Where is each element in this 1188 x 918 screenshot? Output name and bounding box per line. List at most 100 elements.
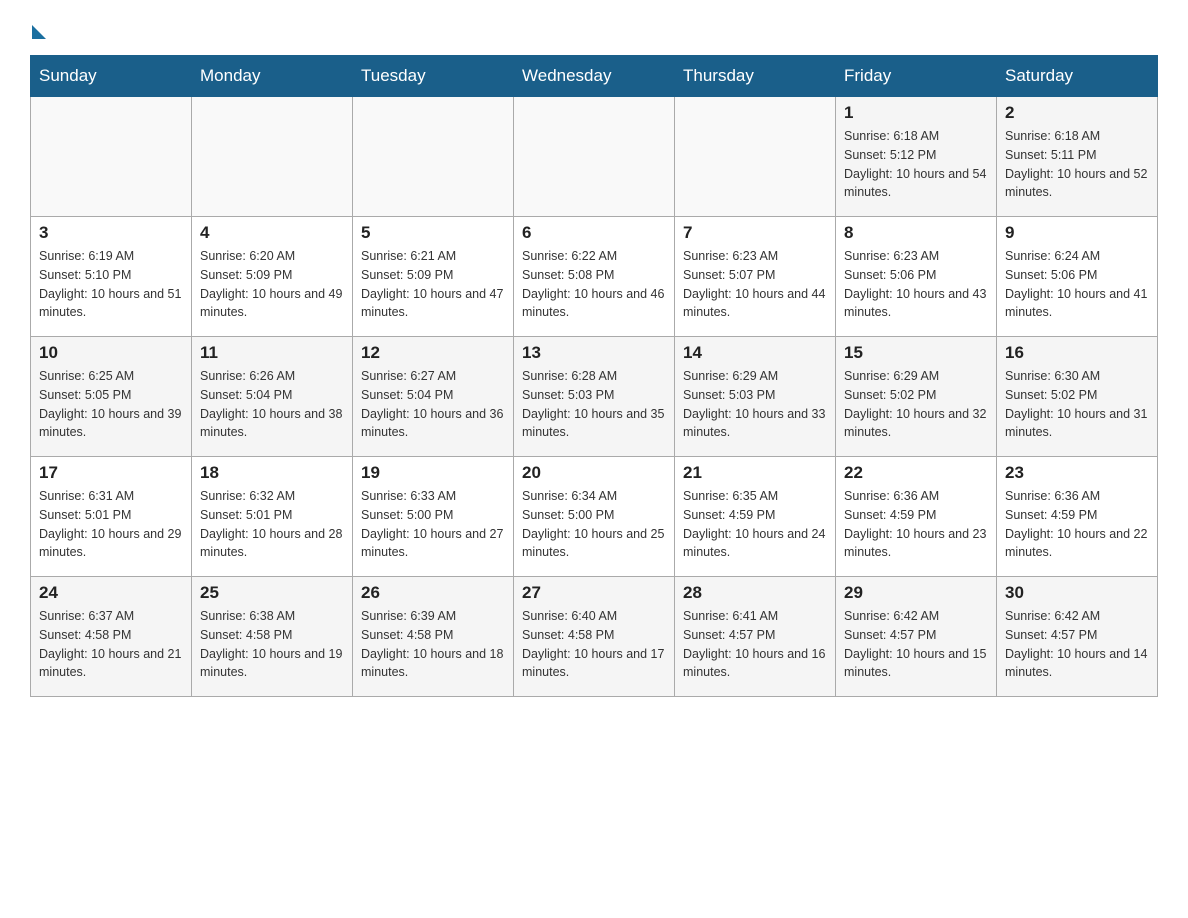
day-info: Sunrise: 6:23 AMSunset: 5:06 PMDaylight:… <box>844 247 988 322</box>
day-number: 2 <box>1005 103 1149 123</box>
day-number: 20 <box>522 463 666 483</box>
calendar-cell: 17 Sunrise: 6:31 AMSunset: 5:01 PMDayligh… <box>31 457 192 577</box>
calendar-cell: 1 Sunrise: 6:18 AMSunset: 5:12 PMDaylight… <box>836 97 997 217</box>
weekday-header-thursday: Thursday <box>675 56 836 97</box>
day-info: Sunrise: 6:34 AMSunset: 5:00 PMDaylight:… <box>522 487 666 562</box>
calendar-table: SundayMondayTuesdayWednesdayThursdayFrid… <box>30 55 1158 697</box>
calendar-cell <box>353 97 514 217</box>
day-number: 26 <box>361 583 505 603</box>
calendar-cell: 11Sunrise: 6:26 AMSunset: 5:04 PMDayligh… <box>192 337 353 457</box>
calendar-cell: 16 Sunrise: 6:30 AMSunset: 5:02 PMDayligh… <box>997 337 1158 457</box>
calendar-cell: 4 Sunrise: 6:20 AMSunset: 5:09 PMDaylight… <box>192 217 353 337</box>
day-info: Sunrise: 6:18 AMSunset: 5:11 PMDaylight:… <box>1005 127 1149 202</box>
day-info: Sunrise: 6:35 AMSunset: 4:59 PMDaylight:… <box>683 487 827 562</box>
day-info: Sunrise: 6:28 AMSunset: 5:03 PMDaylight:… <box>522 367 666 442</box>
day-number: 29 <box>844 583 988 603</box>
day-number: 10 <box>39 343 183 363</box>
calendar-cell: 3Sunrise: 6:19 AMSunset: 5:10 PMDaylight… <box>31 217 192 337</box>
calendar-cell <box>675 97 836 217</box>
calendar-cell: 21 Sunrise: 6:35 AMSunset: 4:59 PMDayligh… <box>675 457 836 577</box>
calendar-cell: 29 Sunrise: 6:42 AMSunset: 4:57 PMDayligh… <box>836 577 997 697</box>
day-number: 24 <box>39 583 183 603</box>
day-info: Sunrise: 6:22 AMSunset: 5:08 PMDaylight:… <box>522 247 666 322</box>
day-info: Sunrise: 6:36 AMSunset: 4:59 PMDaylight:… <box>844 487 988 562</box>
day-number: 23 <box>1005 463 1149 483</box>
day-number: 16 <box>1005 343 1149 363</box>
calendar-cell: 20 Sunrise: 6:34 AMSunset: 5:00 PMDayligh… <box>514 457 675 577</box>
calendar-cell: 23 Sunrise: 6:36 AMSunset: 4:59 PMDayligh… <box>997 457 1158 577</box>
calendar-cell: 22 Sunrise: 6:36 AMSunset: 4:59 PMDayligh… <box>836 457 997 577</box>
weekday-header-saturday: Saturday <box>997 56 1158 97</box>
logo <box>30 20 46 35</box>
calendar-cell: 24 Sunrise: 6:37 AMSunset: 4:58 PMDayligh… <box>31 577 192 697</box>
day-number: 27 <box>522 583 666 603</box>
calendar-week-row: 10Sunrise: 6:25 AMSunset: 5:05 PMDayligh… <box>31 337 1158 457</box>
calendar-cell: 12 Sunrise: 6:27 AMSunset: 5:04 PMDayligh… <box>353 337 514 457</box>
day-info: Sunrise: 6:41 AMSunset: 4:57 PMDaylight:… <box>683 607 827 682</box>
day-info: Sunrise: 6:32 AMSunset: 5:01 PMDaylight:… <box>200 487 344 562</box>
day-info: Sunrise: 6:40 AMSunset: 4:58 PMDaylight:… <box>522 607 666 682</box>
weekday-header-friday: Friday <box>836 56 997 97</box>
calendar-cell: 7 Sunrise: 6:23 AMSunset: 5:07 PMDaylight… <box>675 217 836 337</box>
day-number: 14 <box>683 343 827 363</box>
day-number: 15 <box>844 343 988 363</box>
day-number: 19 <box>361 463 505 483</box>
calendar-cell: 28 Sunrise: 6:41 AMSunset: 4:57 PMDayligh… <box>675 577 836 697</box>
calendar-cell: 9 Sunrise: 6:24 AMSunset: 5:06 PMDaylight… <box>997 217 1158 337</box>
day-info: Sunrise: 6:18 AMSunset: 5:12 PMDaylight:… <box>844 127 988 202</box>
calendar-cell <box>192 97 353 217</box>
calendar-cell: 8 Sunrise: 6:23 AMSunset: 5:06 PMDaylight… <box>836 217 997 337</box>
day-info: Sunrise: 6:38 AMSunset: 4:58 PMDaylight:… <box>200 607 344 682</box>
day-info: Sunrise: 6:39 AMSunset: 4:58 PMDaylight:… <box>361 607 505 682</box>
day-number: 25 <box>200 583 344 603</box>
calendar-cell: 10Sunrise: 6:25 AMSunset: 5:05 PMDayligh… <box>31 337 192 457</box>
day-info: Sunrise: 6:29 AMSunset: 5:03 PMDaylight:… <box>683 367 827 442</box>
day-number: 30 <box>1005 583 1149 603</box>
day-number: 8 <box>844 223 988 243</box>
day-info: Sunrise: 6:27 AMSunset: 5:04 PMDaylight:… <box>361 367 505 442</box>
day-info: Sunrise: 6:37 AMSunset: 4:58 PMDaylight:… <box>39 607 183 682</box>
day-info: Sunrise: 6:20 AMSunset: 5:09 PMDaylight:… <box>200 247 344 322</box>
weekday-header-tuesday: Tuesday <box>353 56 514 97</box>
page-header <box>30 20 1158 35</box>
day-info: Sunrise: 6:24 AMSunset: 5:06 PMDaylight:… <box>1005 247 1149 322</box>
day-number: 1 <box>844 103 988 123</box>
day-info: Sunrise: 6:36 AMSunset: 4:59 PMDaylight:… <box>1005 487 1149 562</box>
day-number: 6 <box>522 223 666 243</box>
day-info: Sunrise: 6:29 AMSunset: 5:02 PMDaylight:… <box>844 367 988 442</box>
calendar-cell: 19Sunrise: 6:33 AMSunset: 5:00 PMDayligh… <box>353 457 514 577</box>
day-number: 5 <box>361 223 505 243</box>
calendar-cell <box>31 97 192 217</box>
day-number: 12 <box>361 343 505 363</box>
calendar-week-row: 1 Sunrise: 6:18 AMSunset: 5:12 PMDaylight… <box>31 97 1158 217</box>
day-info: Sunrise: 6:30 AMSunset: 5:02 PMDaylight:… <box>1005 367 1149 442</box>
day-number: 28 <box>683 583 827 603</box>
weekday-header-sunday: Sunday <box>31 56 192 97</box>
day-info: Sunrise: 6:31 AMSunset: 5:01 PMDaylight:… <box>39 487 183 562</box>
calendar-cell: 13 Sunrise: 6:28 AMSunset: 5:03 PMDayligh… <box>514 337 675 457</box>
calendar-cell: 2 Sunrise: 6:18 AMSunset: 5:11 PMDaylight… <box>997 97 1158 217</box>
day-number: 9 <box>1005 223 1149 243</box>
calendar-cell: 6 Sunrise: 6:22 AMSunset: 5:08 PMDaylight… <box>514 217 675 337</box>
day-number: 18 <box>200 463 344 483</box>
day-info: Sunrise: 6:42 AMSunset: 4:57 PMDaylight:… <box>1005 607 1149 682</box>
logo-arrow-icon <box>32 25 46 39</box>
day-number: 4 <box>200 223 344 243</box>
calendar-week-row: 24 Sunrise: 6:37 AMSunset: 4:58 PMDayligh… <box>31 577 1158 697</box>
day-info: Sunrise: 6:42 AMSunset: 4:57 PMDaylight:… <box>844 607 988 682</box>
day-number: 13 <box>522 343 666 363</box>
day-number: 17 <box>39 463 183 483</box>
weekday-header-monday: Monday <box>192 56 353 97</box>
calendar-week-row: 3Sunrise: 6:19 AMSunset: 5:10 PMDaylight… <box>31 217 1158 337</box>
day-info: Sunrise: 6:26 AMSunset: 5:04 PMDaylight:… <box>200 367 344 442</box>
calendar-cell: 14 Sunrise: 6:29 AMSunset: 5:03 PMDayligh… <box>675 337 836 457</box>
calendar-cell: 30 Sunrise: 6:42 AMSunset: 4:57 PMDayligh… <box>997 577 1158 697</box>
day-number: 21 <box>683 463 827 483</box>
day-number: 3 <box>39 223 183 243</box>
day-number: 22 <box>844 463 988 483</box>
day-info: Sunrise: 6:23 AMSunset: 5:07 PMDaylight:… <box>683 247 827 322</box>
calendar-cell: 18 Sunrise: 6:32 AMSunset: 5:01 PMDayligh… <box>192 457 353 577</box>
calendar-cell: 27 Sunrise: 6:40 AMSunset: 4:58 PMDayligh… <box>514 577 675 697</box>
calendar-cell <box>514 97 675 217</box>
day-number: 7 <box>683 223 827 243</box>
